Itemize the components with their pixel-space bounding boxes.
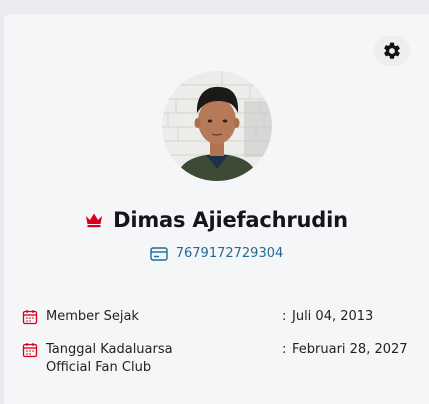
expiry-separator: : bbox=[282, 342, 287, 357]
expiry-value: Februari 28, 2027 bbox=[292, 342, 408, 357]
id-card-icon bbox=[150, 246, 168, 261]
member-since-label: Member Sejak bbox=[46, 309, 139, 324]
calendar-icon bbox=[22, 343, 38, 358]
avatar bbox=[162, 71, 272, 181]
settings-button[interactable] bbox=[374, 36, 410, 66]
expiry-row: Tanggal Kadaluarsa Official Fan Club : F… bbox=[22, 341, 422, 377]
expiry-label: Tanggal Kadaluarsa Official Fan Club bbox=[46, 341, 282, 377]
crown-icon bbox=[86, 213, 103, 228]
member-id-row: 7679172729304 bbox=[4, 246, 429, 261]
member-since-row: Member Sejak : Juli 04, 2013 bbox=[22, 308, 422, 326]
calendar-icon bbox=[22, 310, 38, 325]
member-id: 7679172729304 bbox=[175, 246, 284, 261]
gear-icon bbox=[384, 42, 400, 59]
member-since-separator: : bbox=[282, 309, 287, 324]
expiry-label-line2: Official Fan Club bbox=[46, 360, 152, 375]
profile-name: Dimas Ajiefachrudin bbox=[113, 208, 348, 232]
profile-name-row: Dimas Ajiefachrudin bbox=[4, 208, 429, 232]
avatar-photo bbox=[162, 71, 272, 181]
member-since-value: Juli 04, 2013 bbox=[292, 309, 374, 324]
profile-card: Dimas Ajiefachrudin 7679172729304 Member… bbox=[4, 14, 429, 404]
expiry-label-line1: Tanggal Kadaluarsa bbox=[46, 342, 173, 357]
